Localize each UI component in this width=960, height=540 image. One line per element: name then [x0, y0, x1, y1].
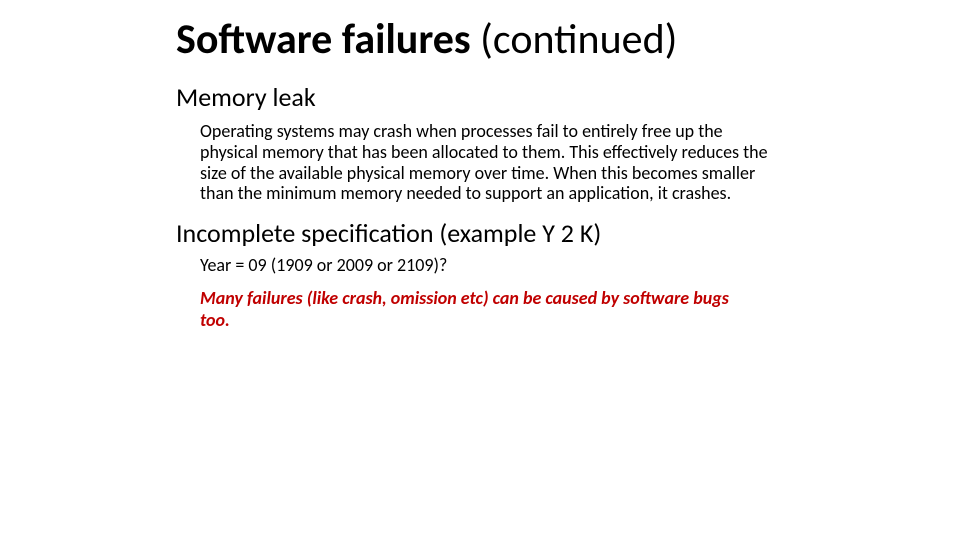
section-body-incomplete-spec: Year = 09 (1909 or 2009 or 2109)?: [200, 255, 840, 276]
slide: Software failures (continued) Memory lea…: [0, 0, 960, 540]
section-heading-incomplete-spec: Incomplete specification (example Y 2 K): [176, 218, 840, 249]
title-main: Software failures: [176, 14, 480, 65]
slide-title: Software failures (continued): [176, 18, 840, 62]
section-heading-memory-leak: Memory leak: [176, 82, 840, 113]
title-continued: (continued): [480, 14, 677, 65]
section-body-memory-leak: Operating systems may crash when process…: [200, 121, 780, 204]
closing-statement: Many failures (like crash, omission etc)…: [200, 288, 760, 331]
